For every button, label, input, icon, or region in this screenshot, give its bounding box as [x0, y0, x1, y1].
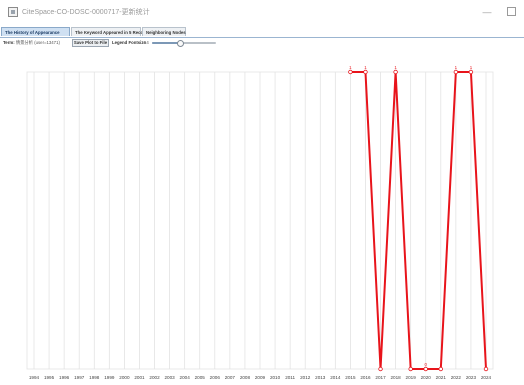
term-label-text: Term:	[3, 40, 15, 45]
tick-label-1998: 1998	[89, 375, 100, 380]
tick-label-2003: 2003	[164, 375, 175, 380]
save-plot-button[interactable]: Save Plot to File	[72, 39, 109, 47]
window-titlebar: CiteSpace-CO-DOSC-0000717-更新统计 —	[0, 0, 524, 26]
tick-label-2005: 2005	[195, 375, 206, 380]
tick-label-2013: 2013	[315, 375, 326, 380]
tick-label-2000: 2000	[119, 375, 130, 380]
tick-label-1995: 1995	[44, 375, 55, 380]
series-line	[350, 71, 487, 370]
tick-label-2008: 2008	[240, 375, 251, 380]
tick-label-2010: 2010	[270, 375, 281, 380]
slider-fill	[152, 42, 180, 44]
history-line-chart: 1994 1995 1996 1997 1998 1999 2000 2001 2002 2003…	[26, 65, 494, 380]
maximize-button[interactable]	[500, 4, 522, 20]
data-point-2020[interactable]	[423, 366, 428, 372]
data-point-2019[interactable]	[408, 366, 413, 372]
chart-grid	[26, 71, 494, 370]
legend-fontsize-value: 14	[144, 40, 149, 45]
data-label-2020: 0	[425, 362, 428, 367]
data-point-2021[interactable]	[438, 366, 443, 372]
tick-label-2011: 2011	[285, 375, 295, 380]
data-point-2015[interactable]	[348, 69, 353, 75]
data-point-2017[interactable]	[378, 366, 383, 372]
tick-label-2021: 2021	[436, 375, 447, 380]
data-point-2022[interactable]	[453, 69, 459, 75]
tick-label-2020: 2020	[421, 375, 432, 380]
app-icon	[8, 7, 18, 17]
window-title: CiteSpace-CO-DOSC-0000717-更新统计	[22, 9, 150, 16]
tab-neighboring-nodes[interactable]: Neighboring Nodes	[142, 27, 186, 36]
data-label-2023: 1	[470, 65, 473, 70]
tick-label-2024: 2024	[481, 375, 492, 380]
data-label-2015: 1	[349, 65, 352, 70]
tick-label-1994: 1994	[29, 375, 40, 380]
term-value: 情景分析 (user=13471)	[15, 40, 60, 45]
tick-label-2019: 2019	[406, 375, 417, 380]
data-label-2022: 1	[455, 65, 458, 70]
tab-history-of-appearance[interactable]: The History of Appearance	[1, 27, 70, 36]
toolbar: Term: 情景分析 (user=13471) Save Plot to Fil…	[0, 38, 524, 48]
legend-fontsize-label: Legend Fontsize	[112, 40, 146, 45]
tick-label-2017: 2017	[375, 375, 386, 380]
data-points-layer	[348, 69, 489, 372]
slider-thumb[interactable]	[176, 39, 184, 47]
series-line-layer	[350, 71, 487, 370]
tick-label-2004: 2004	[180, 375, 191, 380]
tick-label-2007: 2007	[225, 375, 236, 380]
maximize-icon	[506, 7, 516, 17]
tab-bar: The History of Appearance The Keyword Ap…	[0, 26, 524, 38]
tick-label-1996: 1996	[59, 375, 70, 380]
tick-label-2015: 2015	[345, 375, 356, 380]
tick-label-2022: 2022	[451, 375, 462, 380]
legend-fontsize-slider[interactable]	[152, 39, 216, 47]
data-point-2016[interactable]	[363, 69, 368, 75]
tick-label-2009: 2009	[255, 375, 266, 380]
term-label: Term: 情景分析 (user=13471)	[3, 40, 60, 46]
minimize-button[interactable]: —	[476, 4, 498, 20]
data-label-2016: 1	[364, 65, 367, 70]
tick-label-1997: 1997	[74, 375, 85, 380]
data-point-2018[interactable]	[393, 69, 398, 75]
data-point-2023[interactable]	[468, 69, 474, 75]
tick-label-2012: 2012	[300, 375, 311, 380]
tick-label-2014: 2014	[330, 375, 341, 380]
tab-keyword-appeared[interactable]: The Keyword Appeared in 5 Records	[71, 27, 150, 36]
tick-label-2001: 2001	[134, 375, 145, 380]
tick-label-2018: 2018	[390, 375, 401, 380]
x-axis-tick-labels: 1994 1995 1996 1997 1998 1999 2000 2001 2002 2003…	[29, 375, 492, 380]
tick-label-2016: 2016	[360, 375, 371, 380]
data-label-2018: 1	[394, 65, 397, 70]
tick-label-2002: 2002	[149, 375, 160, 380]
data-point-2024[interactable]	[483, 366, 489, 372]
tick-label-1999: 1999	[104, 375, 115, 380]
tick-label-2006: 2006	[210, 375, 221, 380]
tick-label-2023: 2023	[466, 375, 477, 380]
